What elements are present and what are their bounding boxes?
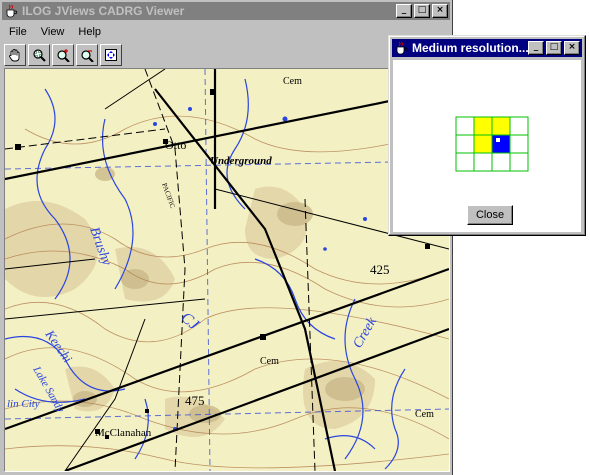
dialog-title-bar[interactable]: Medium resolution... _ □ × [392, 39, 582, 57]
map-label-underground: Underground [210, 155, 272, 167]
window-title: ILOG JViews CADRG Viewer [22, 4, 185, 18]
map-label-lin-city: lin City [7, 398, 40, 410]
frame-coverage-grid[interactable] [455, 116, 531, 174]
close-button[interactable]: Close [467, 205, 513, 225]
dialog-minimize-button[interactable]: _ [528, 41, 544, 55]
fit-view-icon [105, 49, 117, 61]
minimize-button[interactable]: _ [396, 4, 412, 18]
map-label-otto: Otto [165, 138, 186, 152]
menu-file[interactable]: File [2, 24, 34, 42]
grid-cell[interactable] [491, 152, 511, 172]
zoom-box-button[interactable] [28, 44, 50, 66]
map-label-cem-3: Cem [415, 409, 434, 420]
grid-cell[interactable] [455, 152, 475, 172]
maximize-button[interactable]: □ [414, 4, 430, 18]
map-label-425: 425 [370, 262, 390, 277]
grid-cell[interactable] [509, 116, 529, 136]
topographic-map[interactable]: Otto Underground PACIFIC Cem Cem Cem 475… [5, 69, 449, 471]
grid-cell[interactable] [491, 116, 511, 136]
toolbar [4, 44, 122, 66]
close-window-button[interactable]: × [432, 4, 448, 18]
menu-view[interactable]: View [34, 24, 72, 42]
grid-cell[interactable] [473, 116, 493, 136]
zoom-out-icon [81, 50, 94, 62]
zoom-box-icon [33, 49, 46, 62]
zoom-in-button[interactable] [52, 44, 74, 66]
hand-pan-icon [9, 49, 20, 62]
grid-cell[interactable] [473, 134, 493, 154]
map-view[interactable]: Otto Underground PACIFIC Cem Cem Cem 475… [4, 68, 450, 472]
zoom-in-icon [57, 49, 70, 62]
grid-cell[interactable] [491, 134, 511, 154]
dialog-body: Close [393, 60, 581, 232]
java-cup-icon [6, 4, 18, 18]
map-label-mcclanahan: McClanahan [95, 427, 152, 439]
menu-bar: File View Help [2, 24, 448, 42]
map-label-cem-2: Cem [260, 356, 279, 367]
zoom-out-button[interactable] [76, 44, 98, 66]
menu-help[interactable]: Help [71, 24, 108, 42]
grid-cell[interactable] [473, 152, 493, 172]
grid-cell[interactable] [509, 134, 529, 154]
dialog-maximize-button[interactable]: □ [546, 41, 562, 55]
dialog-title: Medium resolution... [412, 41, 528, 55]
dialog-close-x-button[interactable]: × [564, 41, 580, 55]
resolution-dialog: Medium resolution... _ □ × Close [388, 35, 586, 236]
grid-cell[interactable] [455, 134, 475, 154]
fit-view-button[interactable] [100, 44, 122, 66]
java-cup-icon [396, 41, 408, 55]
current-position-marker [496, 138, 500, 142]
grid-cell[interactable] [455, 116, 475, 136]
grid-cell[interactable] [509, 152, 529, 172]
main-title-bar[interactable]: ILOG JViews CADRG Viewer _ □ × [2, 2, 450, 20]
main-window: ILOG JViews CADRG Viewer _ □ × File View… [0, 0, 453, 475]
map-label-475: 475 [185, 393, 205, 408]
map-label-cem-1: Cem [283, 76, 302, 87]
pan-button[interactable] [4, 44, 26, 66]
